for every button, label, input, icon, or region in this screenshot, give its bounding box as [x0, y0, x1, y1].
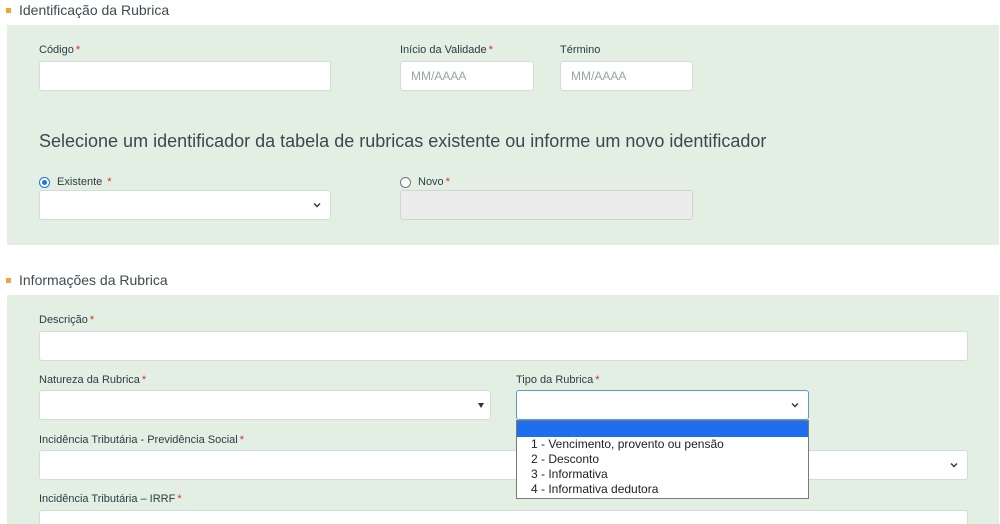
- tipo-label: Tipo da Rubrica *: [516, 374, 600, 386]
- dropdown-option[interactable]: [517, 421, 808, 437]
- descricao-label: Descrição *: [39, 314, 95, 326]
- dropdown-option[interactable]: 2 - Desconto: [517, 452, 808, 467]
- section-title-text: Informações da Rubrica: [19, 272, 168, 288]
- dropdown-option[interactable]: 3 - Informativa: [517, 467, 808, 482]
- tipo-dropdown-list[interactable]: 1 - Vencimento, provento ou pensão 2 - D…: [516, 420, 809, 499]
- incidencia-prev-label: Incidência Tributária - Previdência Soci…: [39, 434, 244, 446]
- radio-existente-label: Existente: [57, 176, 103, 188]
- codigo-label: Código *: [39, 44, 81, 56]
- dropdown-option[interactable]: 4 - Informativa dedutora: [517, 482, 808, 497]
- dropdown-option[interactable]: 1 - Vencimento, provento ou pensão: [517, 437, 808, 452]
- tipo-select[interactable]: [516, 390, 809, 420]
- inicio-validade-label: Início da Validade *: [400, 44, 493, 56]
- novo-input[interactable]: [400, 190, 693, 220]
- descricao-input[interactable]: [39, 331, 968, 361]
- incidencia-irrf-label: Incidência Tributária – IRRF *: [39, 493, 182, 505]
- incidencia-irrf-select[interactable]: [39, 510, 968, 524]
- inicio-validade-input[interactable]: MM/AAAA: [400, 61, 534, 91]
- radio-existente-dot[interactable]: [39, 176, 50, 188]
- radio-existente[interactable]: Existente *: [39, 176, 112, 188]
- incidencia-prev-select[interactable]: [39, 450, 968, 480]
- radio-novo[interactable]: Novo *: [400, 176, 450, 188]
- chevron-down-icon: [950, 463, 958, 468]
- chevron-down-icon: [791, 403, 799, 408]
- section-title-text: Identificação da Rubrica: [19, 2, 170, 18]
- identificador-instruction: Selecione um identificador da tabela de …: [39, 131, 767, 151]
- natureza-select[interactable]: [39, 390, 491, 420]
- codigo-input[interactable]: [39, 61, 331, 91]
- natureza-label: Natureza da Rubrica *: [39, 374, 147, 386]
- section-bullet-icon: [6, 7, 11, 13]
- section-title-identificacao: Identificação da Rubrica: [6, 0, 169, 20]
- section-title-informacoes: Informações da Rubrica: [6, 270, 168, 290]
- termino-input[interactable]: MM/AAAA: [560, 61, 693, 91]
- termino-label: Término: [560, 44, 601, 56]
- radio-novo-label: Novo: [418, 176, 444, 188]
- section-bullet-icon: [6, 277, 11, 283]
- chevron-down-icon: [313, 203, 321, 208]
- triangle-down-icon: [478, 403, 484, 408]
- radio-novo-dot[interactable]: [400, 176, 411, 188]
- existente-select[interactable]: [39, 190, 331, 220]
